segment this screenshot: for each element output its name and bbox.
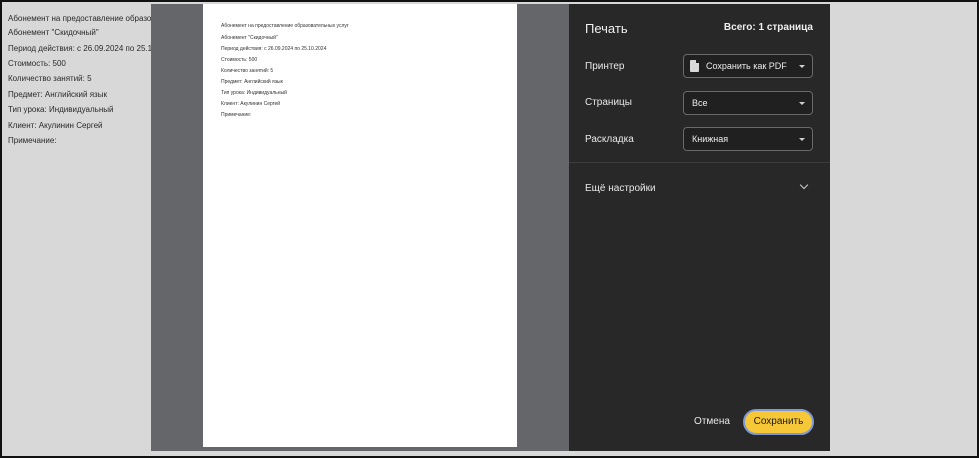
bg-doc-line-subject: Предмет: Английский язык [8,90,107,99]
total-pages: Всего: 1 страница [723,22,813,33]
preview-line-client: Клиент: Акулинин Сергей [221,101,281,107]
print-preview-area[interactable]: Абонемент на предоставление образователь… [151,4,569,451]
bg-doc-line-subscription: Абонемент "Скидочный" [8,28,99,37]
background-document: Абонемент на предоставление образователь… [4,4,151,456]
settings-divider [569,162,830,163]
printer-label: Принтер [585,61,625,72]
preview-line-title: Абонемент на предоставление образователь… [221,23,349,29]
layout-select[interactable]: Книжная [683,127,813,151]
chevron-down-icon[interactable] [799,180,809,190]
preview-line-lesson-type: Тип урока: Индивидуальный [221,90,287,96]
preview-line-period: Период действия: с 26.09.2024 по 25.10.2… [221,46,327,52]
bg-doc-line-note: Примечание: [8,136,57,145]
pages-select[interactable]: Все [683,91,813,115]
preview-line-lessons: Количество занятий: 5 [221,68,274,74]
pages-label: Страницы [585,97,632,108]
dropdown-arrow-icon [799,102,805,105]
cancel-button[interactable]: Отмена [687,411,737,433]
document-icon [690,60,699,72]
bg-doc-line-lessons: Количество занятий: 5 [8,74,92,83]
bg-doc-line-title: Абонемент на предоставление образователь… [8,14,151,23]
print-settings-panel: Печать Всего: 1 страница Принтер Сохрани… [569,4,830,451]
more-settings-toggle[interactable]: Ещё настройки [585,183,656,194]
preview-line-subject: Предмет: Английский язык [221,79,283,85]
preview-line-cost: Стоимость: 500 [221,57,258,63]
preview-line-subscription: Абонемент "Скидочный" [221,35,278,41]
printer-select-value: Сохранить как PDF [706,61,787,71]
layout-label: Раскладка [585,134,634,145]
dropdown-arrow-icon [799,138,805,141]
save-button[interactable]: Сохранить [743,409,814,435]
layout-select-value: Книжная [692,134,729,144]
window-frame: Абонемент на предоставление образователь… [0,0,979,458]
bg-doc-line-cost: Стоимость: 500 [8,59,66,68]
preview-page: Абонемент на предоставление образователь… [203,4,517,447]
dropdown-arrow-icon [799,65,805,68]
preview-line-note: Примечание: [221,112,252,118]
printer-select[interactable]: Сохранить как PDF [683,54,813,78]
bg-doc-line-lesson-type: Тип урока: Индивидуальный [8,105,114,114]
bg-doc-line-period: Период действия: с 26.09.2024 по 25.10.2… [8,44,151,53]
bg-doc-line-client: Клиент: Акулинин Сергей [8,121,103,130]
print-title: Печать [585,21,628,36]
pages-select-value: Все [692,98,708,108]
